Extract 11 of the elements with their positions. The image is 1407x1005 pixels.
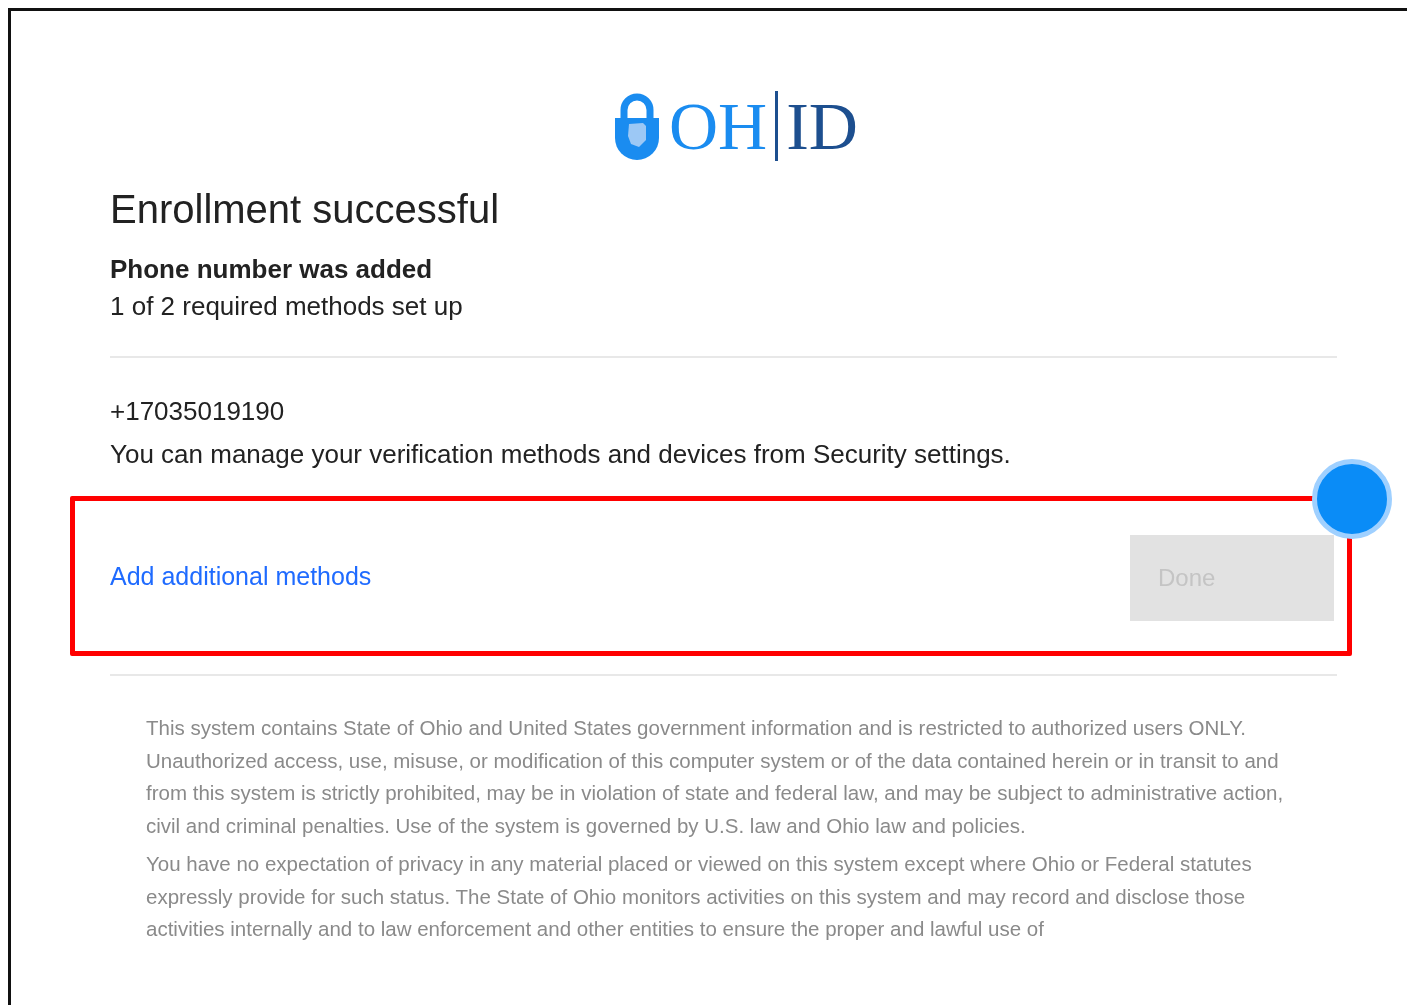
progress-text: 1 of 2 required methods set up bbox=[110, 291, 464, 322]
add-methods-link[interactable]: Add additional methods bbox=[110, 561, 372, 591]
phone-number: +17035019190 bbox=[110, 396, 286, 427]
lock-icon bbox=[613, 92, 661, 160]
subtitle: Phone number was added bbox=[110, 254, 434, 285]
page-title: Enrollment successful bbox=[110, 187, 501, 232]
logo-text: ID bbox=[786, 92, 858, 160]
disclaimer-text: This system contains State of Ohio and United States government information and is restricted to authorized users ONLY. Unauthorized access, use, misuse, or modification of this computer system or of the data contained herein or in transit to and from this system is strictly prohibited, may be in violation of state and federal law, and may be subject to administrative action, civil and criminal penalties. Use of the system is governed by U.S. law and Ohio law and policies. bbox=[146, 715, 1285, 839]
logo-text: OH bbox=[669, 92, 768, 160]
info-text: You can manage your verification methods and devices from Security settings. bbox=[110, 439, 1012, 470]
disclaimer-text: You have no expectation of privacy in any material placed or viewed on this system except where Ohio or Federal statutes expressly provide for such status. The State of Ohio monitors activities on this system and may record and disclose those activities internally and to law enforcement and other entities to ensure the proper and lawful use of bbox=[146, 851, 1253, 942]
